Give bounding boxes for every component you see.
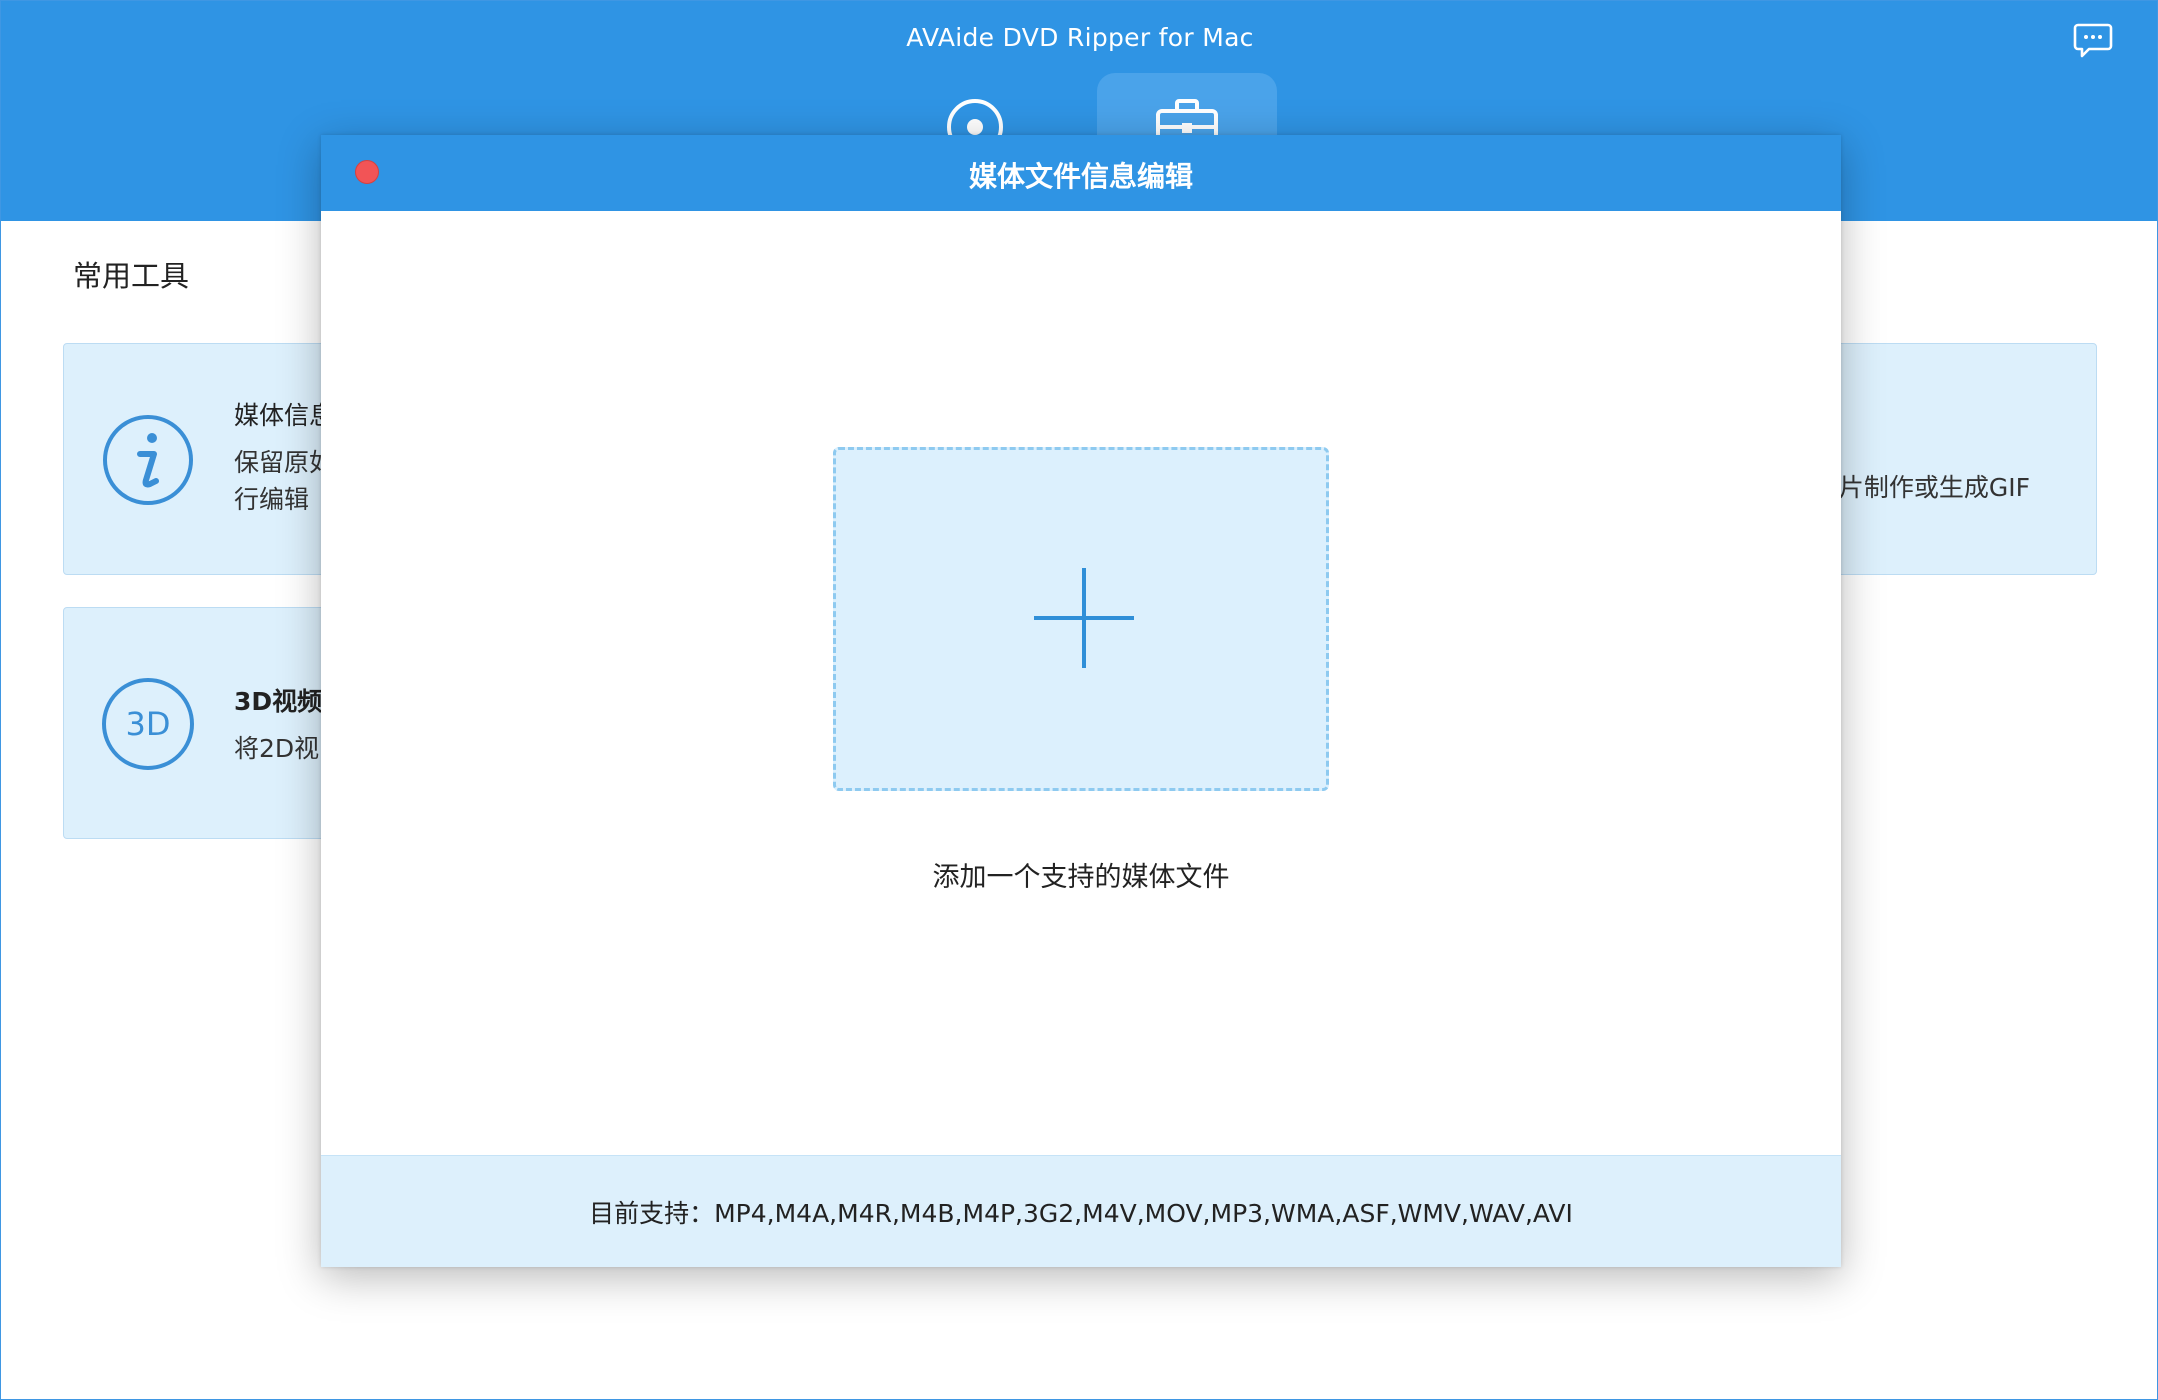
- 3d-icon: 3D: [102, 678, 194, 770]
- dialog-titlebar: 媒体文件信息编辑: [321, 135, 1841, 211]
- info-icon: [103, 415, 193, 505]
- media-metadata-editor-dialog: 媒体文件信息编辑 添加一个支持的媒体文件 目前支持：MP4,M4A,M4R,M4…: [321, 135, 1841, 1267]
- card-title-3d: 3D视频: [234, 687, 323, 716]
- section-title: 常用工具: [73, 259, 190, 293]
- feedback-button[interactable]: [2073, 21, 2113, 61]
- card-desc-media-info: 保留原如 行编辑: [234, 448, 335, 514]
- card-title-media-info: 媒体信息: [234, 401, 335, 430]
- dialog-title: 媒体文件信息编辑: [968, 160, 1193, 193]
- dialog-footer: 目前支持：MP4,M4A,M4R,M4B,M4P,3G2,M4V,MOV,MP3…: [321, 1155, 1841, 1267]
- card-desc-3d: 将2D视: [234, 734, 320, 763]
- supported-formats-text: 目前支持：MP4,M4A,M4R,M4B,M4P,3G2,M4V,MOV,MP3…: [589, 1199, 1573, 1228]
- add-file-drop-zone[interactable]: [833, 447, 1329, 791]
- app-window: AVAide DVD Ripper for Mac 常用工具 媒体信息 保留原如…: [0, 0, 2158, 1400]
- 3d-icon-text: 3D: [125, 705, 171, 743]
- chat-bubble-icon: [2073, 23, 2113, 58]
- add-file-label: 添加一个支持的媒体文件: [932, 862, 1230, 893]
- card-desc-gif: 片制作或生成GIF: [1838, 473, 2030, 502]
- plus-icon: [1034, 568, 1134, 668]
- app-title: AVAide DVD Ripper for Mac: [906, 23, 1254, 52]
